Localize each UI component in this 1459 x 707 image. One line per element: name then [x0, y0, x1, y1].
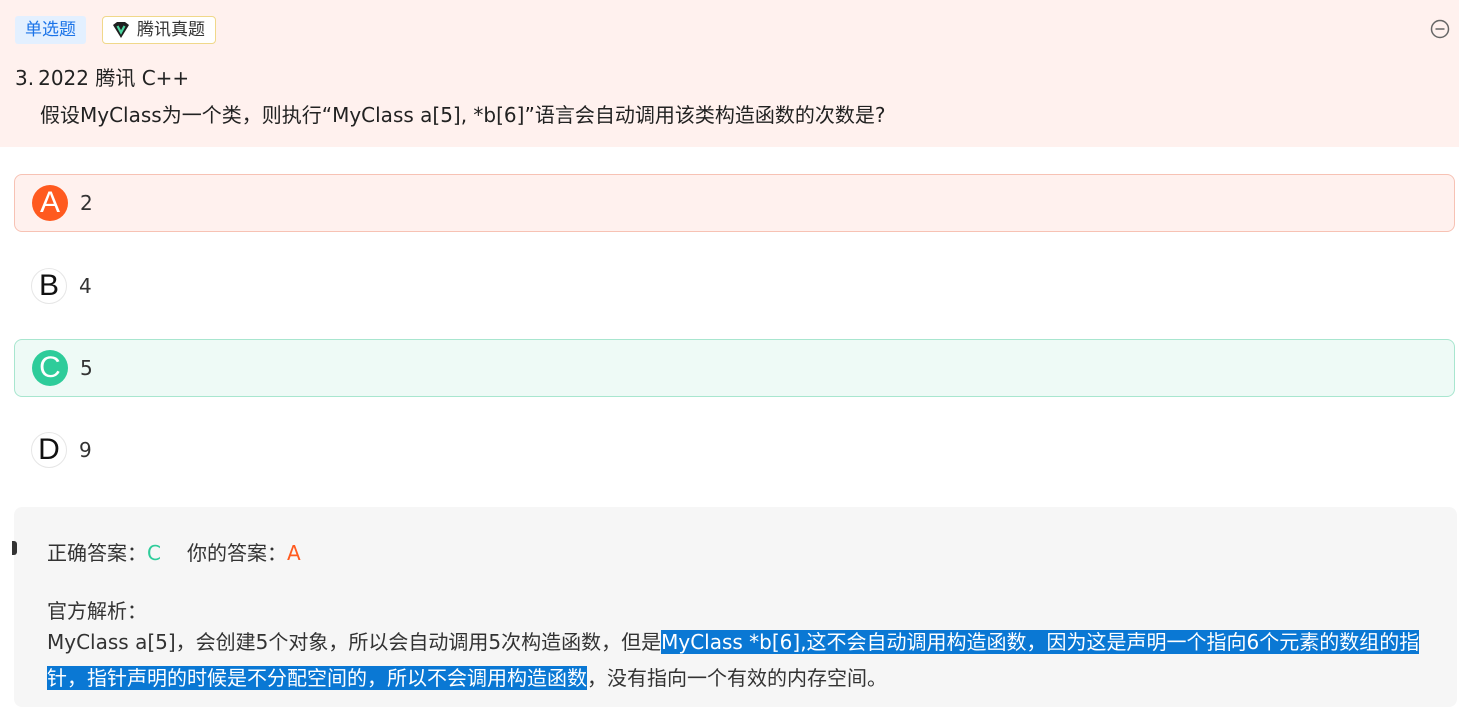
question-header: 单选题 腾讯真题 3. 2022 腾讯 C++ 假设MyClass为一个类，则执行…	[0, 0, 1459, 147]
question-title: 3. 2022 腾讯 C++	[15, 62, 189, 91]
option-b[interactable]: B 4	[14, 257, 1455, 315]
correct-answer-value: C	[147, 541, 161, 565]
question-stem: 假设MyClass为一个类，则执行“MyClass a[5], *b[6]”语言…	[40, 103, 886, 127]
option-letter: A	[32, 185, 68, 221]
question-title-text: 2022 腾讯 C++	[38, 66, 190, 90]
question-number: 3.	[15, 66, 35, 90]
explanation-text: MyClass a[5]，会创建5个对象，所以会自动调用5次构造函数，但是MyC…	[47, 624, 1427, 696]
option-d[interactable]: D 9	[14, 421, 1455, 479]
explanation-part-2: ，没有指向一个有效的内存空间。	[587, 666, 887, 690]
option-letter: B	[31, 268, 67, 304]
option-text: 9	[79, 438, 92, 462]
option-letter: C	[32, 350, 68, 386]
option-c[interactable]: C 5	[14, 339, 1455, 397]
v-badge-icon	[113, 22, 129, 38]
option-a[interactable]: A 2	[14, 174, 1455, 232]
answer-panel: 正确答案：C 你的答案：A 官方解析： MyClass a[5]，会创建5个对象，…	[12, 507, 1457, 707]
minus-circle-icon[interactable]	[1430, 19, 1450, 39]
answer-line: 正确答案：C 你的答案：A	[47, 537, 301, 566]
your-answer-label: 你的答案：	[186, 541, 287, 565]
explanation-label: 官方解析：	[47, 599, 147, 623]
option-text: 2	[80, 191, 93, 215]
question-type-tag: 单选题	[15, 16, 86, 44]
source-tag: 腾讯真题	[102, 16, 216, 44]
your-answer-value: A	[286, 541, 301, 565]
option-text: 5	[80, 356, 93, 380]
option-text: 4	[79, 274, 92, 298]
correct-answer-label: 正确答案：	[47, 541, 147, 565]
explanation-part-1: MyClass a[5]，会创建5个对象，所以会自动调用5次构造函数，但是	[47, 630, 662, 654]
option-letter: D	[31, 432, 67, 468]
source-tag-label: 腾讯真题	[137, 20, 205, 40]
panel-marker	[12, 541, 17, 555]
